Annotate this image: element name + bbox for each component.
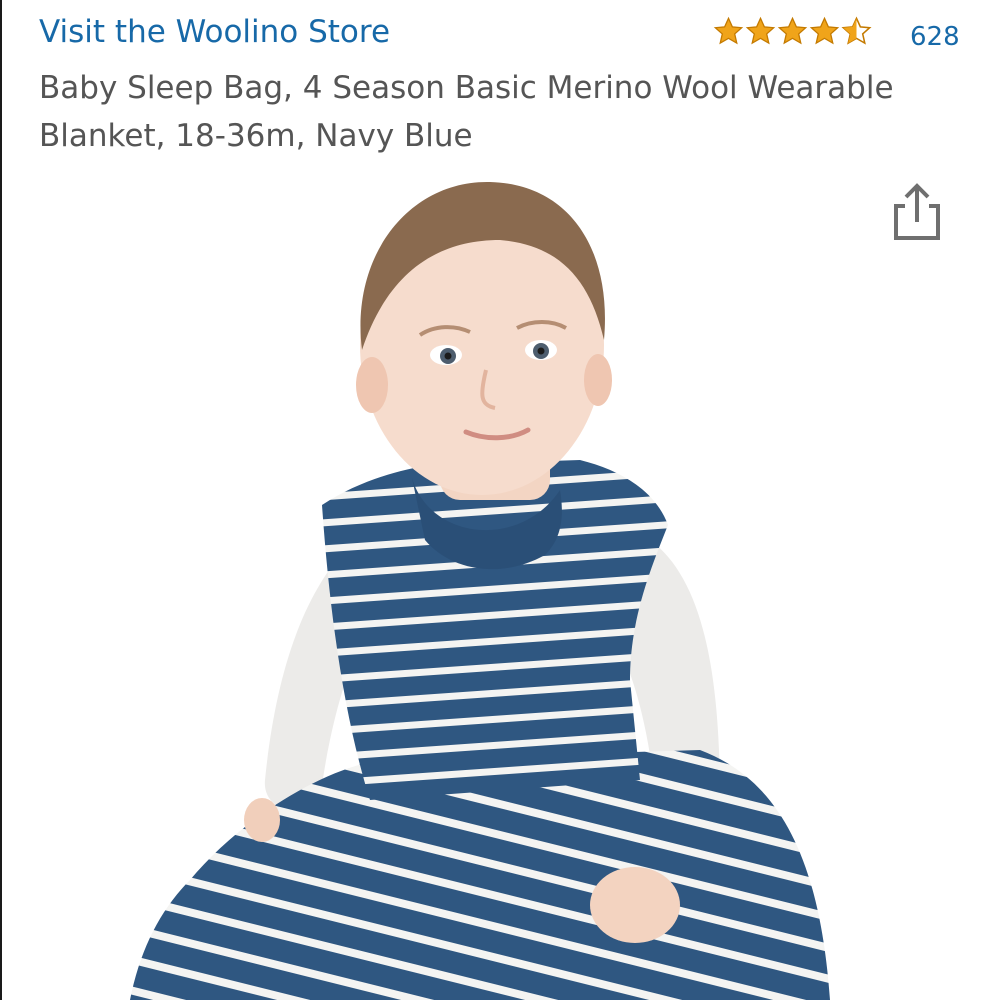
stars [713, 16, 872, 47]
star-icon [777, 16, 808, 45]
review-count[interactable]: 628 [910, 22, 960, 52]
star-icon [713, 16, 744, 45]
star-rating[interactable] [713, 16, 872, 47]
half-star-icon [841, 16, 872, 45]
product-title: Baby Sleep Bag, 4 Season Basic Merino Wo… [39, 70, 894, 154]
star-icon [809, 16, 840, 45]
visit-store-link[interactable]: Visit the Woolino Store [39, 14, 390, 50]
product-image[interactable] [0, 160, 1000, 1000]
star-icon [745, 16, 776, 45]
